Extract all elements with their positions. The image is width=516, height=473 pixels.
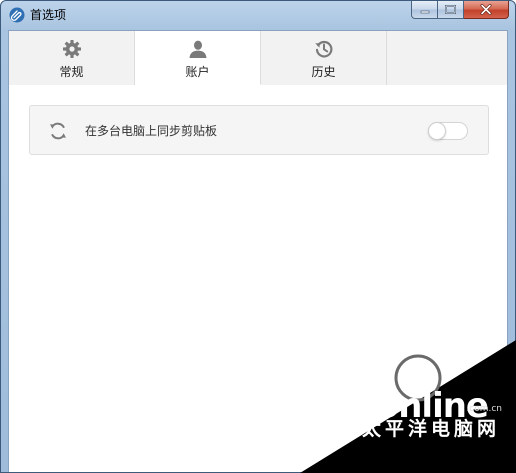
sync-clipboard-setting: 在多台电脑上同步剪贴板 (29, 105, 489, 155)
window-title: 首选项 (30, 8, 67, 22)
gear-icon (62, 40, 81, 58)
tab-label: 账户 (185, 65, 210, 79)
tab-bar-filler (387, 31, 507, 85)
close-icon (480, 4, 492, 15)
maximize-button[interactable] (438, 1, 464, 19)
maximize-icon (445, 5, 456, 14)
minimize-icon (420, 10, 429, 13)
user-icon (189, 40, 206, 58)
sync-clipboard-toggle[interactable] (428, 122, 468, 140)
tab-history[interactable]: 历史 (261, 31, 387, 85)
history-icon (314, 40, 332, 58)
minimize-button[interactable] (411, 1, 438, 19)
sync-icon (50, 122, 66, 140)
title-bar[interactable]: 首选项 (1, 1, 515, 29)
tab-label: 历史 (311, 65, 336, 79)
tab-bar: 常规 账户 历史 (9, 31, 507, 85)
preferences-content: 常规 账户 历史 在多台电脑上同步剪贴板 (8, 30, 508, 472)
close-button[interactable] (464, 1, 509, 19)
toggle-knob (428, 122, 446, 140)
tab-label: 常规 (59, 65, 84, 79)
sync-clipboard-label: 在多台电脑上同步剪贴板 (85, 124, 218, 138)
tab-account[interactable]: 账户 (135, 31, 261, 85)
paperclip-icon (9, 7, 25, 23)
preferences-window: 首选项 常规 账户 历史 在多台电脑上同步剪贴板 (0, 0, 516, 473)
tab-general[interactable]: 常规 (9, 31, 135, 85)
caption-buttons (411, 1, 509, 20)
